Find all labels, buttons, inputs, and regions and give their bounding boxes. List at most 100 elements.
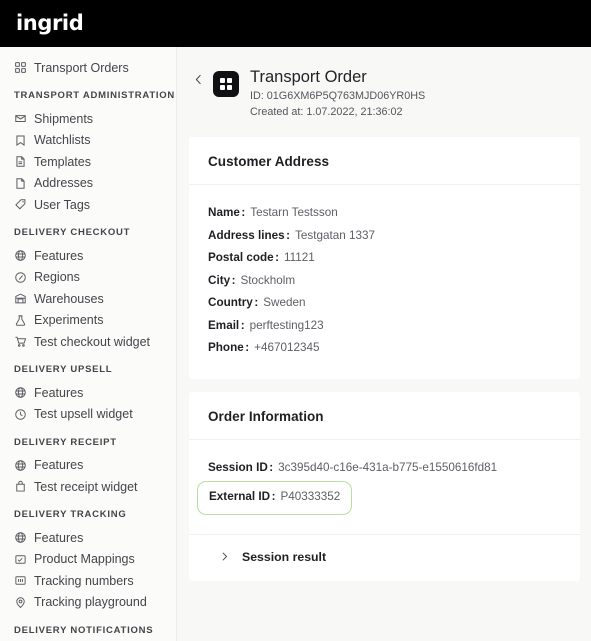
field-name: Name : Testarn Testsson — [208, 202, 561, 225]
sidebar-item-label: Regions — [34, 270, 80, 284]
card-title: Customer Address — [208, 154, 330, 169]
field-email: Email : perftesting123 — [208, 315, 561, 338]
sidebar-item-tracking-playground[interactable]: Tracking playground — [0, 592, 176, 613]
field-country: Country : Sweden — [208, 292, 561, 315]
sidebar-item-label: Features — [34, 248, 84, 263]
field-colon: : — [240, 318, 245, 332]
bag-icon — [14, 480, 27, 493]
pin-icon — [14, 596, 27, 609]
sidebar-group-delivery-upsell: Features Test upsell widget — [0, 382, 176, 425]
accordion-label: Session result — [242, 549, 327, 564]
sidebar-item-label: Addresses — [34, 176, 94, 190]
sidebar-section-delivery-receipt: DELIVERY RECEIPT — [14, 436, 117, 448]
bookmark-icon — [14, 134, 27, 147]
sidebar-item-label: Shipments — [34, 111, 94, 126]
chevron-left-icon — [192, 73, 205, 91]
warehouse-icon — [14, 292, 27, 305]
field-colon: : — [245, 341, 250, 354]
field-label: Country — [208, 296, 253, 309]
brand-logo[interactable]: ingrid — [16, 13, 84, 34]
field-value: +467012345 — [254, 341, 320, 354]
field-value: Testgatan 1337 — [295, 228, 375, 242]
sidebar-item-label: Test receipt widget — [34, 479, 138, 494]
sidebar-item-templates[interactable]: Templates — [0, 151, 176, 172]
sidebar-item-receipt-features[interactable]: Features — [0, 455, 176, 476]
globe-icon — [14, 459, 27, 472]
sidebar-section-delivery-notifications: DELIVERY NOTIFICATIONS — [14, 624, 154, 636]
chevron-right-icon — [208, 551, 230, 562]
sidebar-section-delivery-checkout: DELIVERY CHECKOUT — [14, 227, 131, 238]
sidebar-item-label: Tracking playground — [34, 595, 147, 609]
sidebar-item-label: Watchlists — [34, 133, 91, 147]
session-result-accordion[interactable]: Session result — [189, 533, 580, 581]
sidebar-item-warehouses[interactable]: Warehouses — [0, 288, 176, 309]
sidebar-item-label: Features — [34, 458, 84, 472]
sidebar-item-tracking-numbers[interactable]: Tracking numbers — [0, 570, 176, 591]
field-label: Session ID — [208, 460, 268, 474]
sidebar-item-checkout-features[interactable]: Features — [0, 245, 176, 266]
sidebar-item-label: Warehouses — [34, 291, 104, 306]
page-header: Transport Order ID: 01G6XM6P5Q763MJD06YR… — [177, 47, 591, 137]
sidebar-item-label: User Tags — [34, 197, 91, 212]
sidebar-item-transport-orders[interactable]: Transport Orders — [0, 57, 176, 78]
sidebar-item-user-tags[interactable]: User Tags — [0, 194, 176, 215]
cart-icon — [14, 335, 27, 348]
app-body: Transport Orders TRANSPORT ADMINISTRATIO… — [0, 47, 591, 641]
field-address-lines: Address lines : Testgatan 1337 — [208, 225, 561, 248]
sidebar-item-shipments[interactable]: Shipments — [0, 108, 176, 129]
field-label: Address lines — [208, 228, 285, 242]
grid-icon — [14, 61, 27, 74]
page-title: Transport Order — [250, 68, 367, 86]
sidebar-item-watchlists[interactable]: Watchlists — [0, 130, 176, 151]
top-bar: ingrid — [0, 0, 591, 47]
sidebar-group-transport-administration: Shipments Watchlists Templates Addresses… — [0, 108, 176, 215]
field-value: Stockholm — [240, 273, 296, 287]
document-icon — [14, 155, 27, 168]
sidebar-item-product-mappings[interactable]: Product Mappings — [0, 549, 176, 570]
back-button[interactable] — [187, 71, 209, 93]
sidebar-item-label: Test upsell widget — [34, 407, 133, 421]
sidebar-item-test-receipt-widget[interactable]: Test receipt widget — [0, 476, 176, 497]
compass-icon — [14, 271, 27, 284]
field-label: External ID — [209, 490, 271, 503]
sidebar-item-label: Tracking numbers — [34, 573, 134, 588]
created-at-line: Created at: 1.07.2022, 21:36:02 — [250, 105, 403, 118]
field-label: Name — [208, 206, 240, 219]
sidebar-item-label: Experiments — [34, 313, 104, 327]
field-colon: : — [275, 251, 280, 264]
mapping-icon — [14, 553, 27, 566]
sidebar-group-delivery-tracking: Features Product Mappings Tracking numbe… — [0, 527, 176, 613]
field-colon: : — [241, 206, 246, 219]
sidebar-group-delivery-receipt: Features Test receipt widget — [0, 455, 176, 498]
field-value: P40333352 — [280, 490, 341, 503]
field-colon: : — [269, 460, 274, 474]
app-root: ingrid Transport Orders TRANSPORT ADMINI… — [0, 0, 591, 641]
field-label: Email — [208, 318, 240, 332]
sidebar-item-label: Test checkout widget — [34, 334, 151, 349]
field-session-id: Session ID : 3c395d40-c16e-431a-b775-e15… — [208, 457, 497, 480]
sidebar-item-label: Features — [34, 530, 84, 545]
sidebar-item-upsell-features[interactable]: Features — [0, 382, 176, 403]
sidebar-item-regions[interactable]: Regions — [0, 267, 176, 288]
sidebar-section-delivery-tracking: DELIVERY TRACKING — [14, 509, 127, 520]
sidebar-item-experiments[interactable]: Experiments — [0, 310, 176, 331]
field-value: 11121 — [284, 251, 315, 264]
field-label: Postal code — [208, 251, 274, 264]
field-external-id[interactable]: External ID : P40333352 — [197, 481, 353, 515]
sidebar-item-test-upsell-widget[interactable]: Test upsell widget — [0, 404, 176, 425]
sidebar-item-label: Features — [34, 385, 84, 400]
sidebar-item-test-checkout-widget[interactable]: Test checkout widget — [0, 331, 176, 352]
sidebar-item-tracking-features[interactable]: Features — [0, 527, 176, 548]
field-colon: : — [286, 228, 291, 242]
flask-icon — [14, 314, 27, 327]
sidebar-group-delivery-checkout: Features Regions Warehouses Experiments … — [0, 245, 176, 352]
page-icon — [14, 177, 27, 190]
field-value: Sweden — [263, 296, 306, 309]
field-colon: : — [231, 273, 236, 287]
field-postal-code: Postal code : 11121 — [208, 247, 561, 270]
order-information-fields: Session ID : 3c395d40-c16e-431a-b775-e15… — [189, 440, 580, 534]
field-value: 3c395d40-c16e-431a-b775-e1550616fd81 — [278, 460, 498, 474]
field-value: Testarn Testsson — [250, 206, 338, 219]
field-colon: : — [271, 490, 276, 503]
sidebar-item-addresses[interactable]: Addresses — [0, 173, 176, 194]
